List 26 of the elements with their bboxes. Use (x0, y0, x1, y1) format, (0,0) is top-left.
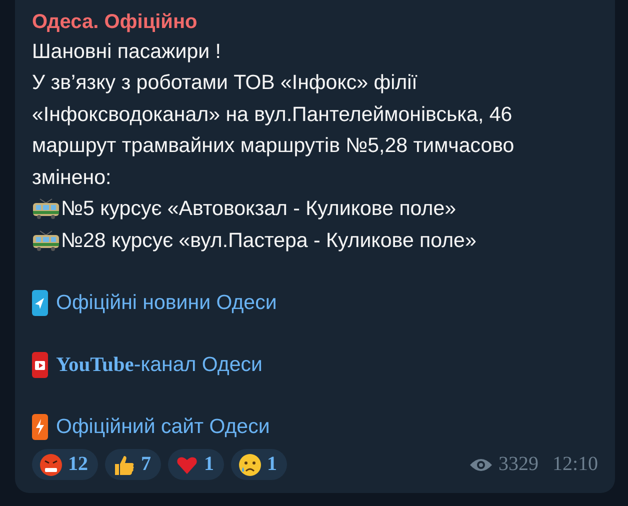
message-text: №5 курсує «Автовокзал - Куликове поле» (61, 197, 456, 222)
message-text: «Інфоксводоканал» на вул.Пантелеймонівська, 46 (32, 102, 512, 127)
message-link[interactable]: Офіційний сайт Одеси (56, 415, 270, 439)
crying-face-icon (239, 454, 261, 476)
message-link[interactable]: YouTube-канал Одеси (56, 353, 262, 377)
channel-name[interactable]: Одеса. Офіційно (32, 8, 598, 36)
message-time: 12:10 (552, 453, 598, 476)
view-count: 3329 (498, 453, 538, 476)
tram-icon (32, 198, 60, 220)
thumbs-up-icon (113, 454, 135, 476)
paper-plane-icon (32, 290, 48, 316)
reaction-button[interactable]: 7 (105, 449, 161, 480)
lightning-icon (32, 414, 48, 440)
message-text: У зв’язку з роботами ТОВ «Інфокс» філії (32, 71, 418, 96)
reaction-button[interactable]: 1 (231, 449, 287, 480)
message-text: маршрут трамвайних маршрутів №5,28 тимчасово (32, 134, 514, 158)
angry-face-icon (40, 454, 62, 476)
message-text: змінено: (32, 166, 112, 190)
tram-icon (32, 230, 60, 252)
message-link[interactable]: Офіційні новини Одеси (56, 291, 277, 315)
reaction-button[interactable]: 1 (168, 449, 224, 480)
play-icon (32, 352, 48, 378)
message-text: Шановні пасажири ! (32, 40, 221, 64)
message-text: №28 курсує «вул.Пастера - Куликове поле» (61, 228, 476, 253)
eye-icon (470, 458, 492, 472)
reaction-button[interactable]: 12 (32, 449, 98, 480)
